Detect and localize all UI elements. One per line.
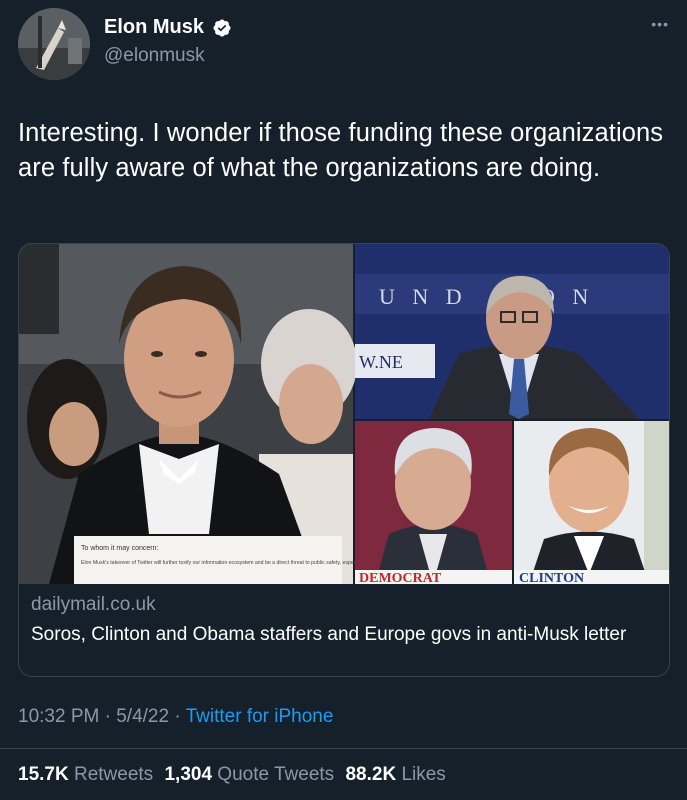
retweets-label: Retweets [73, 764, 154, 785]
tweet-text: Interesting. I wonder if those funding t… [18, 119, 664, 182]
verified-badge-icon [213, 18, 232, 37]
letter-salutation: To whom it may concern: [81, 545, 158, 552]
divider [0, 748, 687, 749]
card-title: Soros, Clinton and Obama staffers and Eu… [31, 624, 627, 645]
author-avatar[interactable] [18, 8, 90, 80]
meta-separator: · [174, 706, 181, 727]
more-dots-icon[interactable]: ••• [651, 16, 669, 32]
tweet-header: Elon Musk @elonmusk ••• [18, 8, 669, 84]
quote-tweets-count: 1,304 [164, 764, 213, 785]
svg-text:U N D: U N D [379, 284, 468, 309]
link-preview-card[interactable]: To whom it may concern: Elon Musk's take… [18, 243, 670, 677]
card-domain: dailymail.co.uk [31, 594, 156, 615]
quote-tweets-label: Quote Tweets [217, 764, 335, 785]
rocket-avatar-icon [18, 8, 90, 80]
banner-clinton: CLINTON [519, 571, 584, 584]
quote-tweets-stat[interactable]: 1,304 Quote Tweets [164, 764, 345, 785]
tweet-source-link[interactable]: Twitter for iPhone [186, 706, 334, 727]
author-handle[interactable]: @elonmusk [104, 45, 232, 67]
retweets-count: 15.7K [18, 764, 69, 785]
likes-count: 88.2K [345, 764, 397, 785]
author-display-name[interactable]: Elon Musk [104, 16, 204, 39]
retweets-stat[interactable]: 15.7K Retweets [18, 764, 164, 785]
tweet-time[interactable]: 10:32 PM [18, 706, 99, 727]
likes-stat[interactable]: 88.2K Likes [345, 764, 451, 785]
svg-text:W.NE: W.NE [359, 352, 403, 372]
tweet-metadata: 10:32 PM · 5/4/22 · Twitter for iPhone [18, 706, 333, 728]
engagement-stats: 15.7K Retweets 1,304 Quote Tweets 88.2K … [18, 764, 452, 786]
card-image-collage: To whom it may concern: Elon Musk's take… [19, 244, 669, 584]
likes-label: Likes [401, 764, 446, 785]
tweet-date[interactable]: 5/4/22 [116, 706, 169, 727]
banner-democrat: DEMOCRAT [359, 571, 442, 584]
meta-separator: · [104, 706, 111, 727]
